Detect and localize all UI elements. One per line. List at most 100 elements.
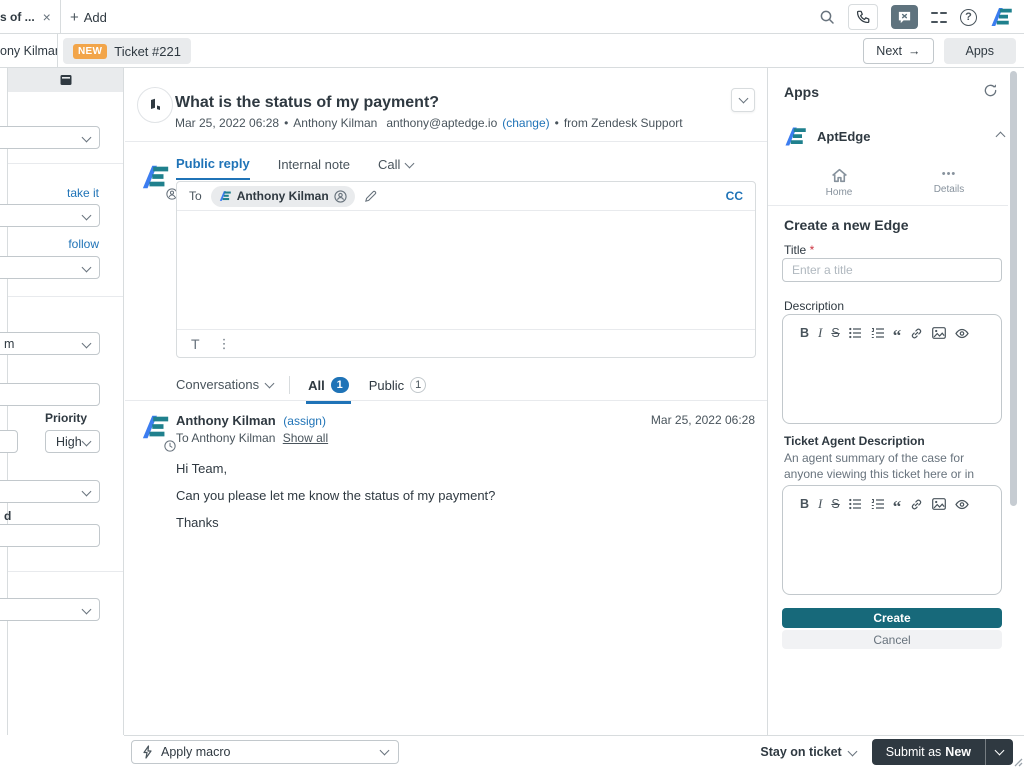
collapse-app-icon[interactable] [996,132,1006,142]
ordered-list-icon[interactable] [871,327,884,339]
app-nav-details[interactable]: ••• Details [894,168,1004,198]
apply-macro-select[interactable]: Apply macro [131,740,399,764]
cc-link[interactable]: CC [726,189,743,203]
panel-scrollbar[interactable] [1010,71,1017,506]
edit-pencil-icon[interactable] [364,190,377,203]
previous-ticket-tab[interactable]: ony Kilman [0,34,58,68]
ticket-number: Ticket #221 [114,44,181,59]
take-it-link[interactable]: take it [67,186,99,200]
aptedge-app-header[interactable]: AptEdge [784,126,1004,147]
strikethrough-icon[interactable]: S [831,326,839,340]
sidebar-select-type[interactable]: m [0,332,100,355]
sidebar-select-3[interactable] [0,256,100,279]
submit-options-caret[interactable] [986,739,1013,765]
recipient-pill[interactable]: Anthony Kilman [211,186,355,207]
message-header: Anthony Kilman (assign) [176,413,326,428]
tab-call[interactable]: Call [378,156,413,180]
reply-textarea[interactable] [177,211,755,329]
next-ticket-button[interactable]: Next → [863,38,933,64]
requester-email: anthony@aptedge.io [386,116,497,130]
open-ticket-tab[interactable]: s of ... × [0,0,61,34]
follow-link[interactable]: follow [68,237,99,251]
channel-icon [137,87,173,123]
preview-eye-icon[interactable] [955,328,969,339]
more-options-icon[interactable]: ⋮ [218,336,232,352]
submit-as-new-button[interactable]: Submit as New [872,739,985,765]
description-label: Description [784,299,844,313]
recipient-name: Anthony Kilman [237,189,329,203]
image-icon[interactable] [932,327,946,339]
collapse-header-button[interactable] [731,88,755,112]
chevron-down-icon [847,746,857,756]
sidebar-select-4[interactable] [0,480,100,503]
show-all-link[interactable]: Show all [283,431,328,445]
refresh-apps-icon[interactable] [983,83,998,98]
priority-select[interactable]: High [45,430,100,453]
add-label: Add [84,10,107,25]
stay-on-ticket-dropdown[interactable]: Stay on ticket [760,745,855,759]
agent-description-editor[interactable]: B I S “ [782,485,1002,595]
sidebar-select-1[interactable] [0,126,100,149]
apps-toggle-button[interactable]: Apps [944,38,1017,64]
details-dots-icon: ••• [942,168,957,180]
tab-public-reply[interactable]: Public reply [176,156,250,180]
description-editor[interactable]: B I S “ [782,314,1002,424]
bold-icon[interactable]: B [800,497,809,511]
ticket-header-bar: ony Kilman NEW Ticket #221 Next → Apps [0,34,1024,68]
sidebar-input-partial[interactable] [0,430,18,453]
sidebar-input-1[interactable] [0,383,100,406]
agent-avatar [141,163,175,197]
bullet-list-icon[interactable] [849,327,862,339]
edge-title-input[interactable] [782,258,1002,282]
to-row: To Anthony Kilman CC [177,182,755,211]
help-icon[interactable]: ? [960,9,977,26]
quote-icon[interactable]: “ [893,497,902,511]
sidebar-panel-tab[interactable] [8,68,123,92]
editor-toolbar: B I S “ [783,486,1001,512]
sidebar-input-2[interactable] [0,524,100,547]
ordered-list-icon[interactable] [871,498,884,510]
home-icon [831,168,848,183]
chevron-down-icon [405,158,415,168]
assign-link[interactable]: (assign) [283,414,326,428]
sidebar-select-5[interactable] [0,598,100,621]
resize-handle[interactable] [1013,757,1023,767]
link-icon[interactable] [910,327,923,340]
title-field-label: Title * [784,243,814,257]
conversations-dropdown[interactable]: Conversations [176,375,273,392]
aptedge-logo-icon[interactable] [990,6,1014,28]
close-tab-icon[interactable]: × [43,9,51,25]
chevron-down-icon [265,378,275,388]
add-tab-button[interactable]: + Add [70,0,107,34]
preview-eye-icon[interactable] [955,499,969,510]
messaging-widget-icon[interactable] [891,5,918,29]
to-label: To [189,189,202,203]
message-paragraph: Hi Team, [176,455,495,482]
bullet-list-icon[interactable] [849,498,862,510]
bold-icon[interactable]: B [800,326,809,340]
image-icon[interactable] [932,498,946,510]
apps-grid-icon[interactable] [931,9,947,25]
text-format-icon[interactable]: T [191,336,200,352]
strikethrough-icon[interactable]: S [831,497,839,511]
conversations-tab-public[interactable]: Public 1 [367,375,428,401]
tab-title: s of ... [0,10,35,24]
italic-icon[interactable]: I [818,325,822,341]
tab-internal-note[interactable]: Internal note [278,156,350,180]
search-icon[interactable] [819,9,835,25]
composer-tabs: Public reply Internal note Call [176,156,413,180]
quote-icon[interactable]: “ [893,326,902,340]
change-requester-link[interactable]: (change) [502,116,549,130]
sidebar-label-fragment: d [4,509,11,523]
cancel-button[interactable]: Cancel [782,630,1002,649]
active-ticket-tab[interactable]: NEW Ticket #221 [63,38,191,64]
phone-button[interactable] [848,4,878,30]
sidebar-select-2[interactable] [0,204,100,227]
create-button[interactable]: Create [782,608,1002,628]
public-count-badge: 1 [410,377,426,393]
app-nav-home[interactable]: Home [784,168,894,198]
message-body: Hi Team, Can you please let me know the … [176,455,495,536]
submit-status: New [945,745,971,759]
link-icon[interactable] [910,498,923,511]
italic-icon[interactable]: I [818,496,822,512]
